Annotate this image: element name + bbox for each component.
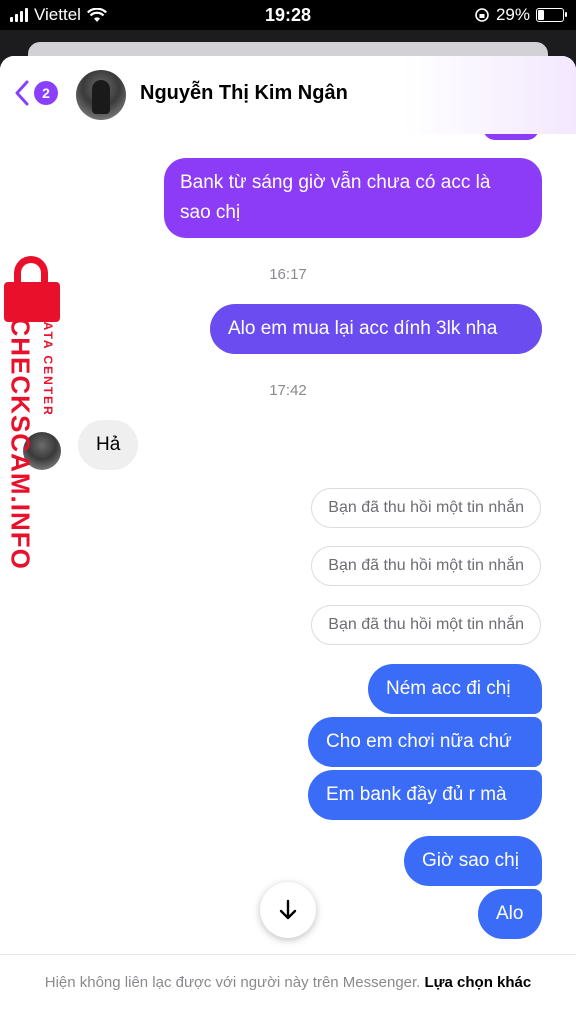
watermark-title: CHECKSCAM.INFO	[5, 317, 36, 570]
message-bubble[interactable]: Ném acc đi chị	[368, 664, 542, 714]
status-bar-right: 29%	[474, 5, 567, 25]
message-bubble[interactable]: Giờ sao chị	[404, 836, 542, 886]
unread-count-badge: 2	[34, 81, 58, 105]
contact-name[interactable]: Nguyễn Thị Kim Ngân	[140, 82, 348, 105]
recalled-message: Bạn đã thu hồi một tin nhắn	[311, 546, 541, 586]
timestamp: 16:17	[269, 266, 307, 283]
chevron-left-icon	[15, 80, 29, 106]
scroll-to-bottom-button[interactable]	[260, 882, 316, 938]
message-bubble[interactable]: Alo em mua lại acc dính 3lk nha	[210, 304, 542, 354]
other-options-link[interactable]: Lựa chọn khác	[425, 974, 532, 991]
battery-icon	[536, 8, 567, 22]
message-bubble[interactable]: Alo	[478, 889, 542, 939]
conversation-card: 2 Nguyễn Thị Kim Ngân Bank từ sáng giờ v…	[0, 56, 576, 1024]
status-bar: Viettel 19:28 29%	[0, 0, 576, 30]
back-button[interactable]: 2	[14, 80, 58, 106]
watermark: DATA CENTER CHECKSCAM.INFO	[0, 254, 66, 584]
incoming-message-bubble[interactable]: Hả	[78, 420, 138, 470]
notice-text: Hiện không liên lạc được với người này t…	[44, 974, 421, 991]
message-bubble[interactable]: Bank từ sáng giờ vẫn chưa có acc là sao …	[164, 158, 542, 238]
message-bubble[interactable]: Em bank đầy đủ r mà	[308, 770, 542, 820]
avatar[interactable]	[76, 70, 126, 120]
orientation-lock-icon	[475, 8, 489, 22]
chat-header: 2 Nguyễn Thị Kim Ngân	[0, 56, 576, 134]
arrow-down-icon	[279, 899, 297, 920]
unavailable-notice: Hiện không liên lạc được với người này t…	[0, 954, 576, 1024]
recalled-message: Bạn đã thu hồi một tin nhắn	[311, 488, 541, 528]
timestamp: 17:42	[269, 382, 307, 399]
recalled-message: Bạn đã thu hồi một tin nhắn	[311, 605, 541, 645]
message-bubble[interactable]: Cho em chơi nữa chứ	[308, 717, 542, 767]
battery-percent: 29%	[495, 5, 530, 24]
watermark-subtitle: DATA CENTER	[41, 311, 55, 417]
